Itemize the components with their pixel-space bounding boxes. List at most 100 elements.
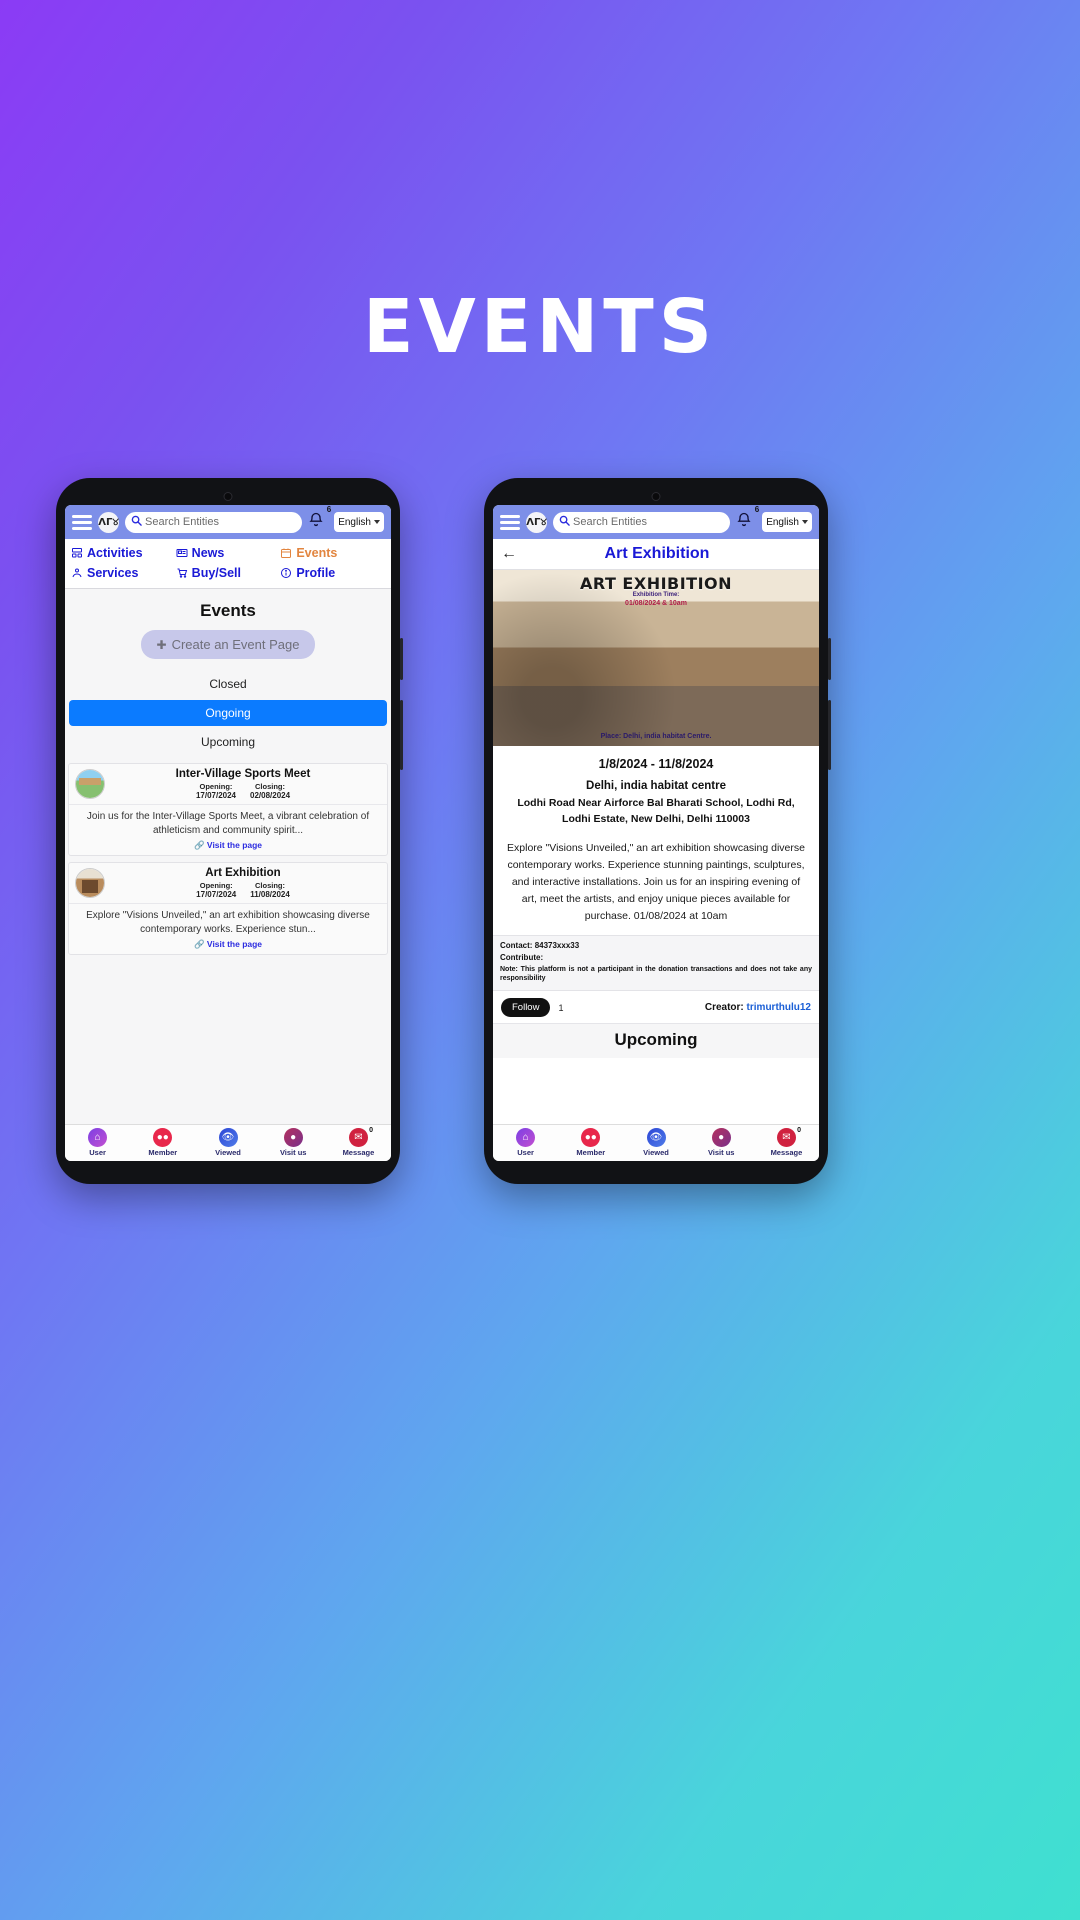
event-card-main: Art Exhibition Opening: 17/07/2024 Closi… (105, 867, 381, 899)
visit-page-label: Visit the page (206, 939, 263, 949)
bottom-nav-message[interactable]: 0 ✉ Message (754, 1127, 819, 1157)
nav-label: Activities (87, 546, 143, 560)
bottom-nav-member[interactable]: ●● Member (130, 1128, 195, 1157)
chevron-down-icon (802, 520, 808, 524)
hamburger-icon[interactable] (500, 514, 520, 530)
event-dates: Opening: 17/07/2024 Closing: 11/08/2024 (105, 881, 381, 899)
event-detail-content: 1/8/2024 - 11/8/2024 Delhi, india habita… (493, 746, 819, 1124)
nav-label: Buy/Sell (191, 566, 241, 580)
contact-label: Contact: (500, 940, 533, 950)
nav-row-2: Services Buy/Sell Profile (71, 563, 385, 583)
nav-label: Events (296, 546, 338, 560)
follow-button[interactable]: Follow (501, 998, 551, 1018)
creator-label: Creator: (704, 1002, 744, 1014)
back-arrow-icon[interactable]: ← (501, 545, 517, 563)
create-event-page-button[interactable]: ✚ Create an Event Page (140, 630, 316, 659)
location-pin-icon: ● (283, 1128, 303, 1147)
closing-date: 02/08/2024 (250, 791, 291, 800)
contact-row: Contact: 84373xxx33 (500, 941, 812, 950)
event-card[interactable]: Art Exhibition Opening: 17/07/2024 Closi… (68, 862, 388, 955)
app-header: ΛΓ୪ Search Entities 6 English (493, 505, 819, 539)
hero-place: Place: Delhi, india habitat Centre. (600, 733, 712, 740)
bottom-nav-label: Message (770, 1148, 803, 1157)
closing-label: Closing: (255, 782, 286, 791)
bell-icon (736, 512, 752, 532)
nav-item-news[interactable]: News (176, 543, 281, 563)
creator-name[interactable]: trimurthulu12 (747, 1002, 811, 1013)
page-banner-title: EVENTS (362, 284, 718, 370)
note-label: Note: (500, 965, 518, 973)
bell-badge: 6 (326, 505, 332, 514)
language-selector[interactable]: English (334, 512, 384, 532)
detail-header: ← Art Exhibition (493, 539, 819, 570)
bottom-nav-label: Visit us (279, 1148, 307, 1157)
plus-circle-icon: ✚ (156, 637, 167, 652)
detail-title: Art Exhibition (604, 545, 710, 562)
filter-ongoing[interactable]: Ongoing (69, 700, 387, 726)
user-home-icon: ⌂ (516, 1128, 536, 1147)
chevron-down-icon (374, 520, 380, 524)
filter-closed[interactable]: Closed (65, 671, 391, 697)
dashboard-icon (71, 547, 83, 559)
phone-bezel-top (65, 489, 391, 505)
visit-page-link[interactable]: 🔗 Visit the page (69, 838, 387, 855)
bottom-nav-viewed[interactable]: 👁 Viewed (623, 1128, 688, 1157)
page-title: Events (200, 601, 256, 620)
nav-item-buysell[interactable]: Buy/Sell (176, 563, 281, 583)
event-status-filter: Closed Ongoing Upcoming (65, 671, 391, 755)
members-icon: ●● (581, 1128, 601, 1147)
bottom-nav-member[interactable]: ●● Member (558, 1128, 623, 1157)
bottom-nav-message[interactable]: 0 ✉ Message (326, 1127, 391, 1157)
search-input[interactable]: Search Entities (553, 511, 731, 533)
message-icon: ✉ (776, 1128, 796, 1147)
contribute-label: Contribute: (500, 952, 544, 962)
opening-date: 17/07/2024 (196, 890, 237, 899)
event-dates: Opening: 17/07/2024 Closing: 02/08/2024 (105, 782, 381, 800)
nav-label: Profile (296, 566, 336, 580)
filter-upcoming[interactable]: Upcoming (65, 729, 391, 755)
language-selector[interactable]: English (762, 512, 812, 532)
bottom-nav-label: User (89, 1148, 106, 1157)
event-name: Inter-Village Sports Meet (175, 768, 311, 780)
language-value: English (338, 516, 371, 528)
events-page-body: Events ✚ Create an Event Page Closed Ong… (65, 589, 391, 1124)
event-card-main: Inter-Village Sports Meet Opening: 17/07… (105, 768, 381, 800)
visit-page-link[interactable]: 🔗 Visit the page (69, 937, 387, 954)
nav-item-profile[interactable]: Profile (280, 563, 385, 583)
event-footer-actions: Follow 1 Creator: trimurthulu12 (493, 991, 819, 1024)
notification-bell[interactable]: 6 (308, 505, 331, 533)
nav-item-services[interactable]: Services (71, 563, 176, 583)
event-hero-image: ART EXHIBITION Exhibition Time: 01/08/20… (493, 570, 819, 746)
event-date-range: 1/8/2024 - 11/8/2024 (598, 757, 714, 771)
message-badge: 0 (369, 1127, 374, 1134)
bell-badge: 6 (754, 505, 760, 514)
primary-nav: Activities News Events Services Buy/Sell… (65, 539, 391, 589)
eye-icon: 👁 (218, 1128, 238, 1147)
hero-sub1: Exhibition Time: (632, 592, 680, 598)
bottom-nav-user[interactable]: ⌂ User (65, 1128, 130, 1157)
event-card[interactable]: Inter-Village Sports Meet Opening: 17/07… (68, 763, 388, 856)
bell-icon (308, 512, 324, 532)
app-logo[interactable]: ΛΓ୪ (98, 511, 119, 533)
bottom-nav-bar: ⌂ User ●● Member 👁 Viewed ● Visit us 0 ✉… (493, 1124, 819, 1161)
bottom-nav-visit-us[interactable]: ● Visit us (261, 1128, 326, 1157)
bottom-nav-user[interactable]: ⌂ User (493, 1128, 558, 1157)
contact-value: 84373xxx33 (534, 940, 580, 950)
message-badge: 0 (797, 1127, 802, 1134)
notification-bell[interactable]: 6 (736, 505, 759, 533)
bottom-nav-viewed[interactable]: 👁 Viewed (195, 1128, 260, 1157)
screen-left: ΛΓ୪ Search Entities 6 English Activities… (65, 505, 391, 1161)
bottom-nav-visit-us[interactable]: ● Visit us (689, 1128, 754, 1157)
nav-item-events[interactable]: Events (280, 543, 385, 563)
bottom-nav-label: Viewed (643, 1148, 669, 1157)
bottom-nav-bar: ⌂ User ●● Member 👁 Viewed ● Visit us 0 ✉… (65, 1124, 391, 1161)
search-input[interactable]: Search Entities (125, 511, 303, 533)
app-logo[interactable]: ΛΓ୪ (526, 511, 547, 533)
disclaimer-note: Note: This platform is not a participant… (500, 965, 812, 985)
nav-item-activities[interactable]: Activities (71, 543, 176, 563)
event-description: Join us for the Inter-Village Sports Mee… (69, 804, 387, 838)
hamburger-icon[interactable] (72, 514, 92, 530)
front-camera (223, 492, 233, 501)
members-icon: ●● (153, 1128, 173, 1147)
event-card-header: Art Exhibition Opening: 17/07/2024 Closi… (69, 863, 387, 903)
